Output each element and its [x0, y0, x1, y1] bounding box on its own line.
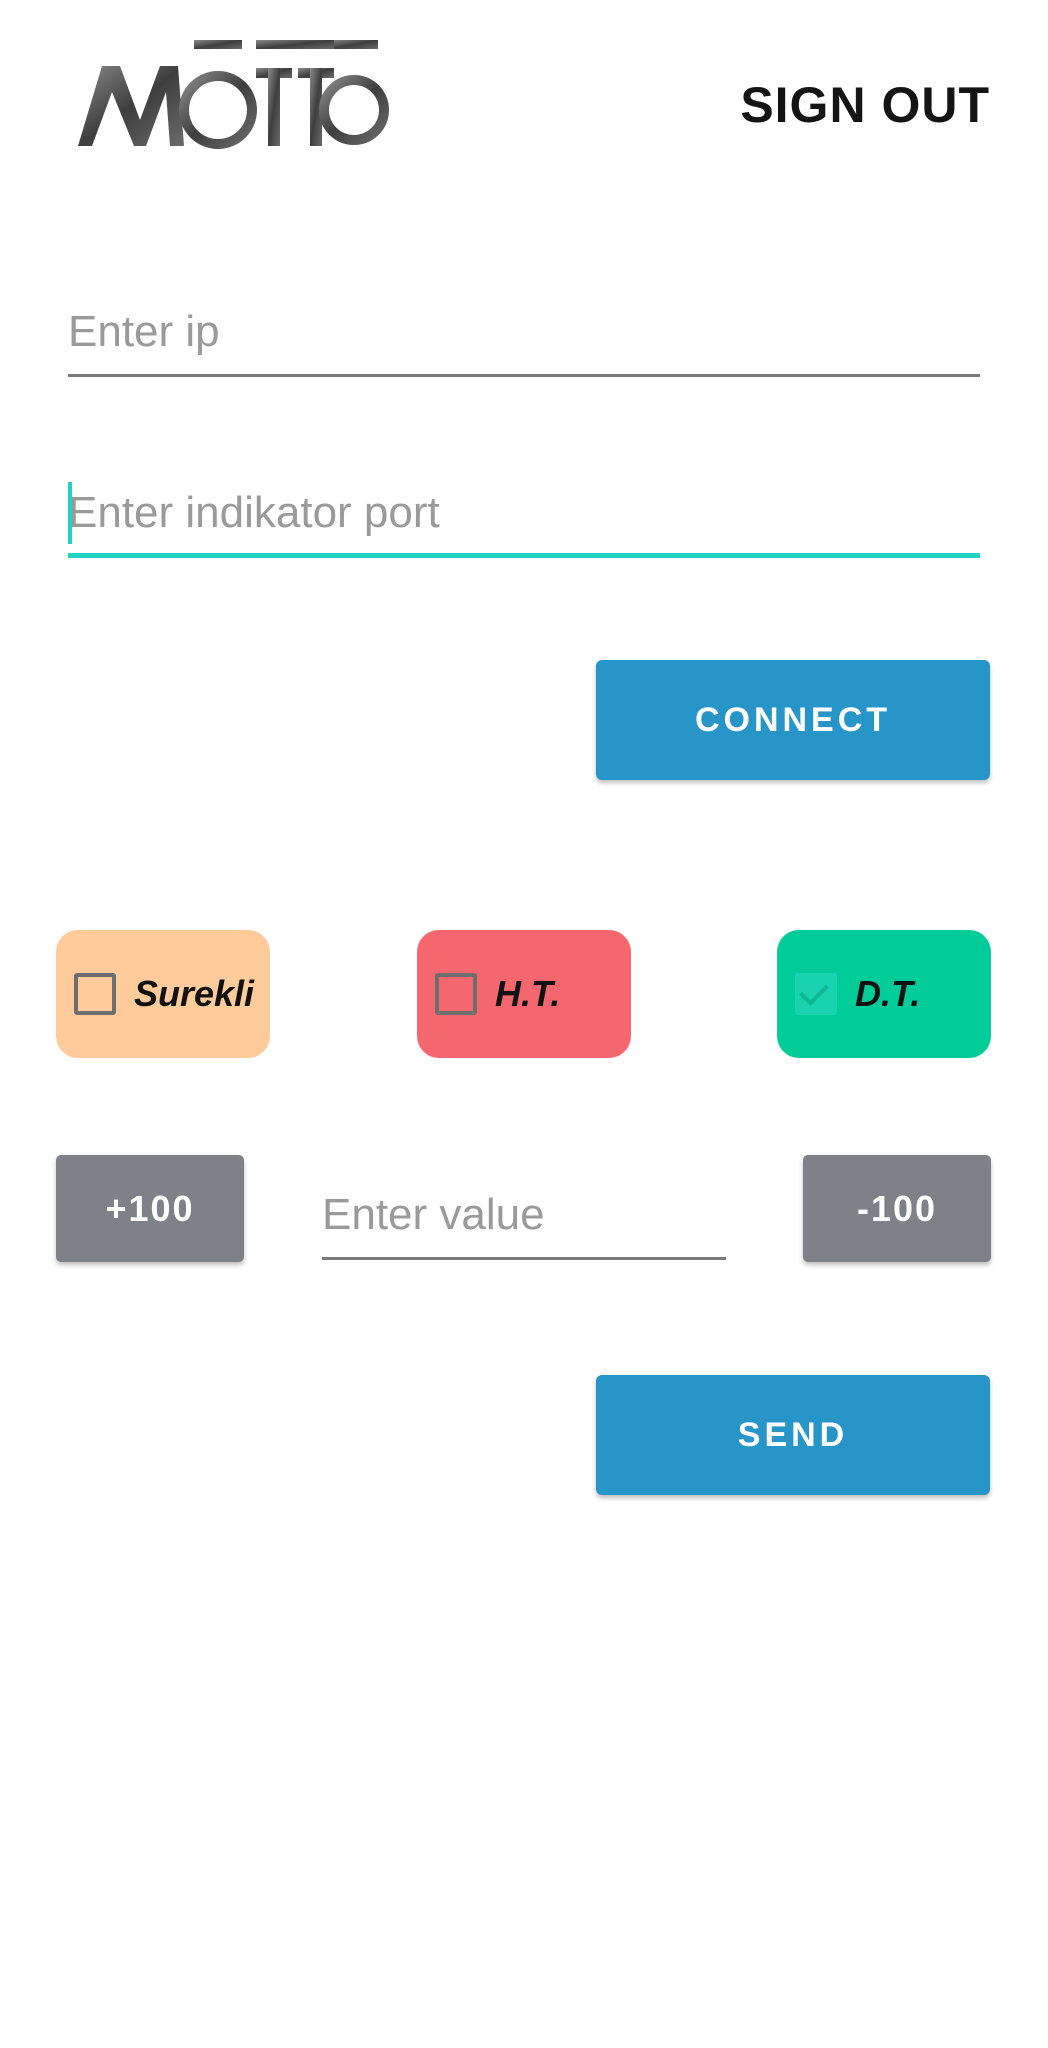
send-button[interactable]: SEND — [596, 1375, 990, 1495]
mode-surekli-checkbox[interactable]: Surekli — [56, 930, 270, 1058]
mode-ht-checkbox[interactable]: H.T. — [417, 930, 631, 1058]
value-input[interactable] — [322, 1170, 726, 1260]
port-field[interactable] — [68, 468, 980, 558]
port-underline — [68, 553, 980, 558]
port-input[interactable] — [68, 468, 980, 558]
mode-label: D.T. — [855, 973, 921, 1014]
text-cursor — [68, 482, 72, 544]
sign-out-button[interactable]: SIGN OUT — [740, 76, 990, 134]
checkbox-checked-icon — [795, 973, 837, 1015]
ip-field[interactable] — [68, 287, 980, 377]
ip-underline — [68, 374, 980, 377]
motto-logo — [76, 36, 391, 156]
mode-dt-checkbox[interactable]: D.T. — [777, 930, 991, 1058]
plus-100-button[interactable]: +100 — [56, 1155, 244, 1262]
value-field[interactable] — [322, 1170, 726, 1260]
minus-100-button[interactable]: -100 — [803, 1155, 991, 1262]
value-underline — [322, 1257, 726, 1260]
ip-input[interactable] — [68, 287, 980, 377]
connect-button[interactable]: CONNECT — [596, 660, 990, 780]
checkbox-unchecked-icon — [435, 973, 477, 1015]
checkbox-unchecked-icon — [74, 973, 116, 1015]
mode-label: Surekli — [134, 973, 255, 1014]
mode-label: H.T. — [495, 973, 561, 1014]
